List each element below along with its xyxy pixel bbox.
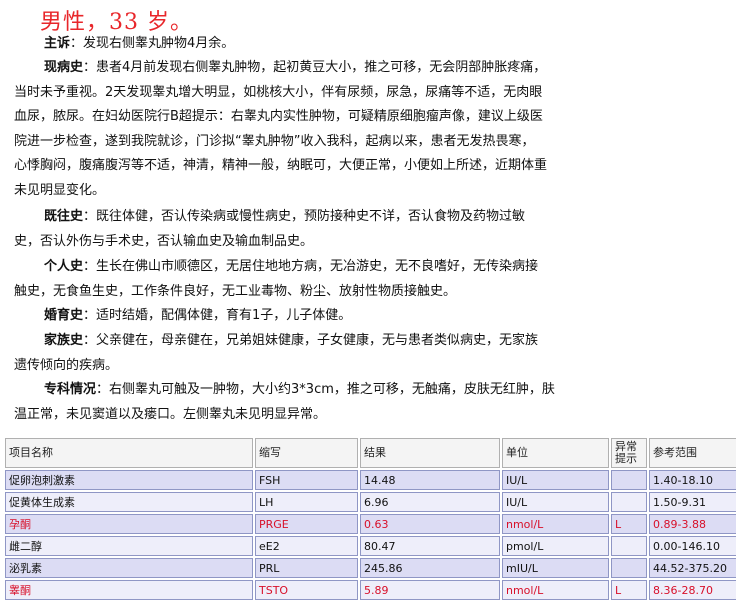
section-label: 婚育史: [44, 308, 84, 323]
cell-name: 雌二醇: [5, 536, 253, 556]
section-label: 既往史: [44, 209, 84, 224]
section-line: 右侧睾丸可触及一肿物，大小约3*3cm，推之可移，无触痛，皮肤无红肿，肤: [109, 382, 555, 397]
cell-name: 泌乳素: [5, 558, 253, 578]
table-row[interactable]: 促黄体生成素 LH 6.96 IU/L 1.50-9.31: [5, 492, 736, 512]
section-label: 现病史: [44, 60, 84, 75]
cell-unit: IU/L: [502, 470, 609, 490]
cell-result: 14.48: [360, 470, 500, 490]
medical-record: 男性，33 岁。 主诉：发现右侧睾丸肿物4月余。 现病史：患者4月前发现右侧睾丸…: [0, 0, 736, 436]
section-label: 家族史: [44, 333, 84, 348]
table-row[interactable]: 促卵泡刺激素 FSH 14.48 IU/L 1.40-18.10: [5, 470, 736, 490]
section-label: 专科情况: [44, 382, 97, 397]
section-line: 未见明显变化。: [14, 182, 106, 198]
cell-range: 0.00-146.10: [649, 536, 736, 556]
cell-unit: nmol/L: [502, 514, 609, 534]
cell-range: 0.89-3.88: [649, 514, 736, 534]
cell-result: 80.47: [360, 536, 500, 556]
cell-abbr: FSH: [255, 470, 358, 490]
table-row[interactable]: 泌乳素 PRL 245.86 mIU/L 44.52-375.20: [5, 558, 736, 578]
lab-results-table: 项目名称 缩写 结果 单位 异常 提示 参考范围 促卵泡刺激素 FSH 14.48…: [3, 436, 736, 602]
cell-name: 促卵泡刺激素: [5, 470, 253, 490]
header-item-name[interactable]: 项目名称: [5, 438, 253, 468]
past-history: 既往史：既往体健，否认传染病或慢性病史，预防接种史不详，否认食物及药物过敏 史，否…: [14, 209, 526, 249]
cell-abbr: TSTO: [255, 580, 358, 600]
marital-history: 婚育史：适时结婚，配偶体健，育有1子，儿子体健。: [44, 308, 352, 323]
cell-abbr: PRL: [255, 558, 358, 578]
header-result[interactable]: 结果: [360, 438, 500, 468]
section-line: 适时结婚，配偶体健，育有1子，儿子体健。: [96, 308, 352, 323]
section-line: 患者4月前发现右侧睾丸肿物，起初黄豆大小，推之可移，无会阴部肿胀疼痛，: [96, 60, 547, 75]
cell-name: 孕酮: [5, 514, 253, 534]
family-history: 家族史：父亲健在，母亲健在，兄弟姐妹健康，子女健康，无与患者类似病史，无家族 遗传…: [14, 333, 539, 373]
cell-unit: pmol/L: [502, 536, 609, 556]
cell-range: 1.50-9.31: [649, 492, 736, 512]
cell-abbr: PRGE: [255, 514, 358, 534]
section-line: 遗传倾向的疾病。: [14, 357, 119, 373]
table-header-row: 项目名称 缩写 结果 单位 异常 提示 参考范围: [5, 438, 736, 468]
section-line: 血尿，脓尿。在妇幼医院行B超提示：右睾丸内实性肿物，可疑精原细胞瘤声像，建议上级…: [14, 109, 543, 124]
cell-name: 睾酮: [5, 580, 253, 600]
cell-result: 5.89: [360, 580, 500, 600]
cell-unit: IU/L: [502, 492, 609, 512]
chief-complaint: 主诉：发现右侧睾丸肿物4月余。: [44, 36, 235, 51]
section-line: 史，否认外伤与手术史，否认输血史及输血制品史。: [14, 233, 314, 249]
section-text: 发现右侧睾丸肿物4月余。: [83, 36, 235, 51]
cell-result: 0.63: [360, 514, 500, 534]
cell-flag: [611, 558, 647, 578]
cell-range: 44.52-375.20: [649, 558, 736, 578]
section-label: 个人史: [44, 259, 84, 274]
header-abbr[interactable]: 缩写: [255, 438, 358, 468]
present-illness: 现病史：患者4月前发现右侧睾丸肿物，起初黄豆大小，推之可移，无会阴部肿胀疼痛，当…: [14, 60, 548, 198]
section-line: 当时未予重视。2天发现睾丸增大明显，如桃核大小，伴有尿频，尿急，尿痛等不适，无肉…: [14, 84, 543, 100]
cell-name: 促黄体生成素: [5, 492, 253, 512]
cell-range: 8.36-28.70: [649, 580, 736, 600]
section-line: 温正常，未见窦道以及瘘口。左侧睾丸未见明显异常。: [14, 406, 327, 422]
cell-flag: [611, 470, 647, 490]
table-row[interactable]: 雌二醇 eE2 80.47 pmol/L 0.00-146.10: [5, 536, 736, 556]
specialist-exam: 专科情况：右侧睾丸可触及一肿物，大小约3*3cm，推之可移，无触痛，皮肤无红肿，…: [14, 382, 555, 422]
section-line: 父亲健在，母亲健在，兄弟姐妹健康，子女健康，无与患者类似病史，无家族: [96, 333, 539, 348]
section-line: 触史，无食鱼生史，工作条件良好，无工业毒物、粉尘、放射性物质接触史。: [14, 283, 457, 299]
section-line: 既往体健，否认传染病或慢性病史，预防接种史不详，否认食物及药物过敏: [96, 209, 526, 224]
cell-flag: L: [611, 514, 647, 534]
cell-result: 6.96: [360, 492, 500, 512]
cell-flag: [611, 536, 647, 556]
cell-flag: [611, 492, 647, 512]
section-line: 生长在佛山市顺德区，无居住地地方病，无冶游史，无不良嗜好，无传染病接: [96, 259, 539, 274]
section-label: 主诉: [44, 36, 71, 51]
cell-flag: L: [611, 580, 647, 600]
table-row[interactable]: 孕酮 PRGE 0.63 nmol/L L 0.89-3.88: [5, 514, 736, 534]
cell-abbr: LH: [255, 492, 358, 512]
cell-unit: nmol/L: [502, 580, 609, 600]
section-line: 心悸胸闷，腹痛腹泻等不适，神清，精神一般，纳眠可，大便正常，小便如上所述，近期体…: [14, 158, 548, 173]
cell-result: 245.86: [360, 558, 500, 578]
header-flag[interactable]: 异常 提示: [611, 438, 647, 468]
header-range[interactable]: 参考范围: [649, 438, 736, 468]
cell-range: 1.40-18.10: [649, 470, 736, 490]
section-line: 院进一步检查，遂到我院就诊，门诊拟“睾丸肿物”收入我科，起病以来，患者无发热畏寒…: [14, 133, 535, 149]
table-row[interactable]: 睾酮 TSTO 5.89 nmol/L L 8.36-28.70: [5, 580, 736, 600]
personal-history: 个人史：生长在佛山市顺德区，无居住地地方病，无冶游史，无不良嗜好，无传染病接 触史…: [14, 259, 539, 299]
cell-unit: mIU/L: [502, 558, 609, 578]
header-unit[interactable]: 单位: [502, 438, 609, 468]
cell-abbr: eE2: [255, 536, 358, 556]
